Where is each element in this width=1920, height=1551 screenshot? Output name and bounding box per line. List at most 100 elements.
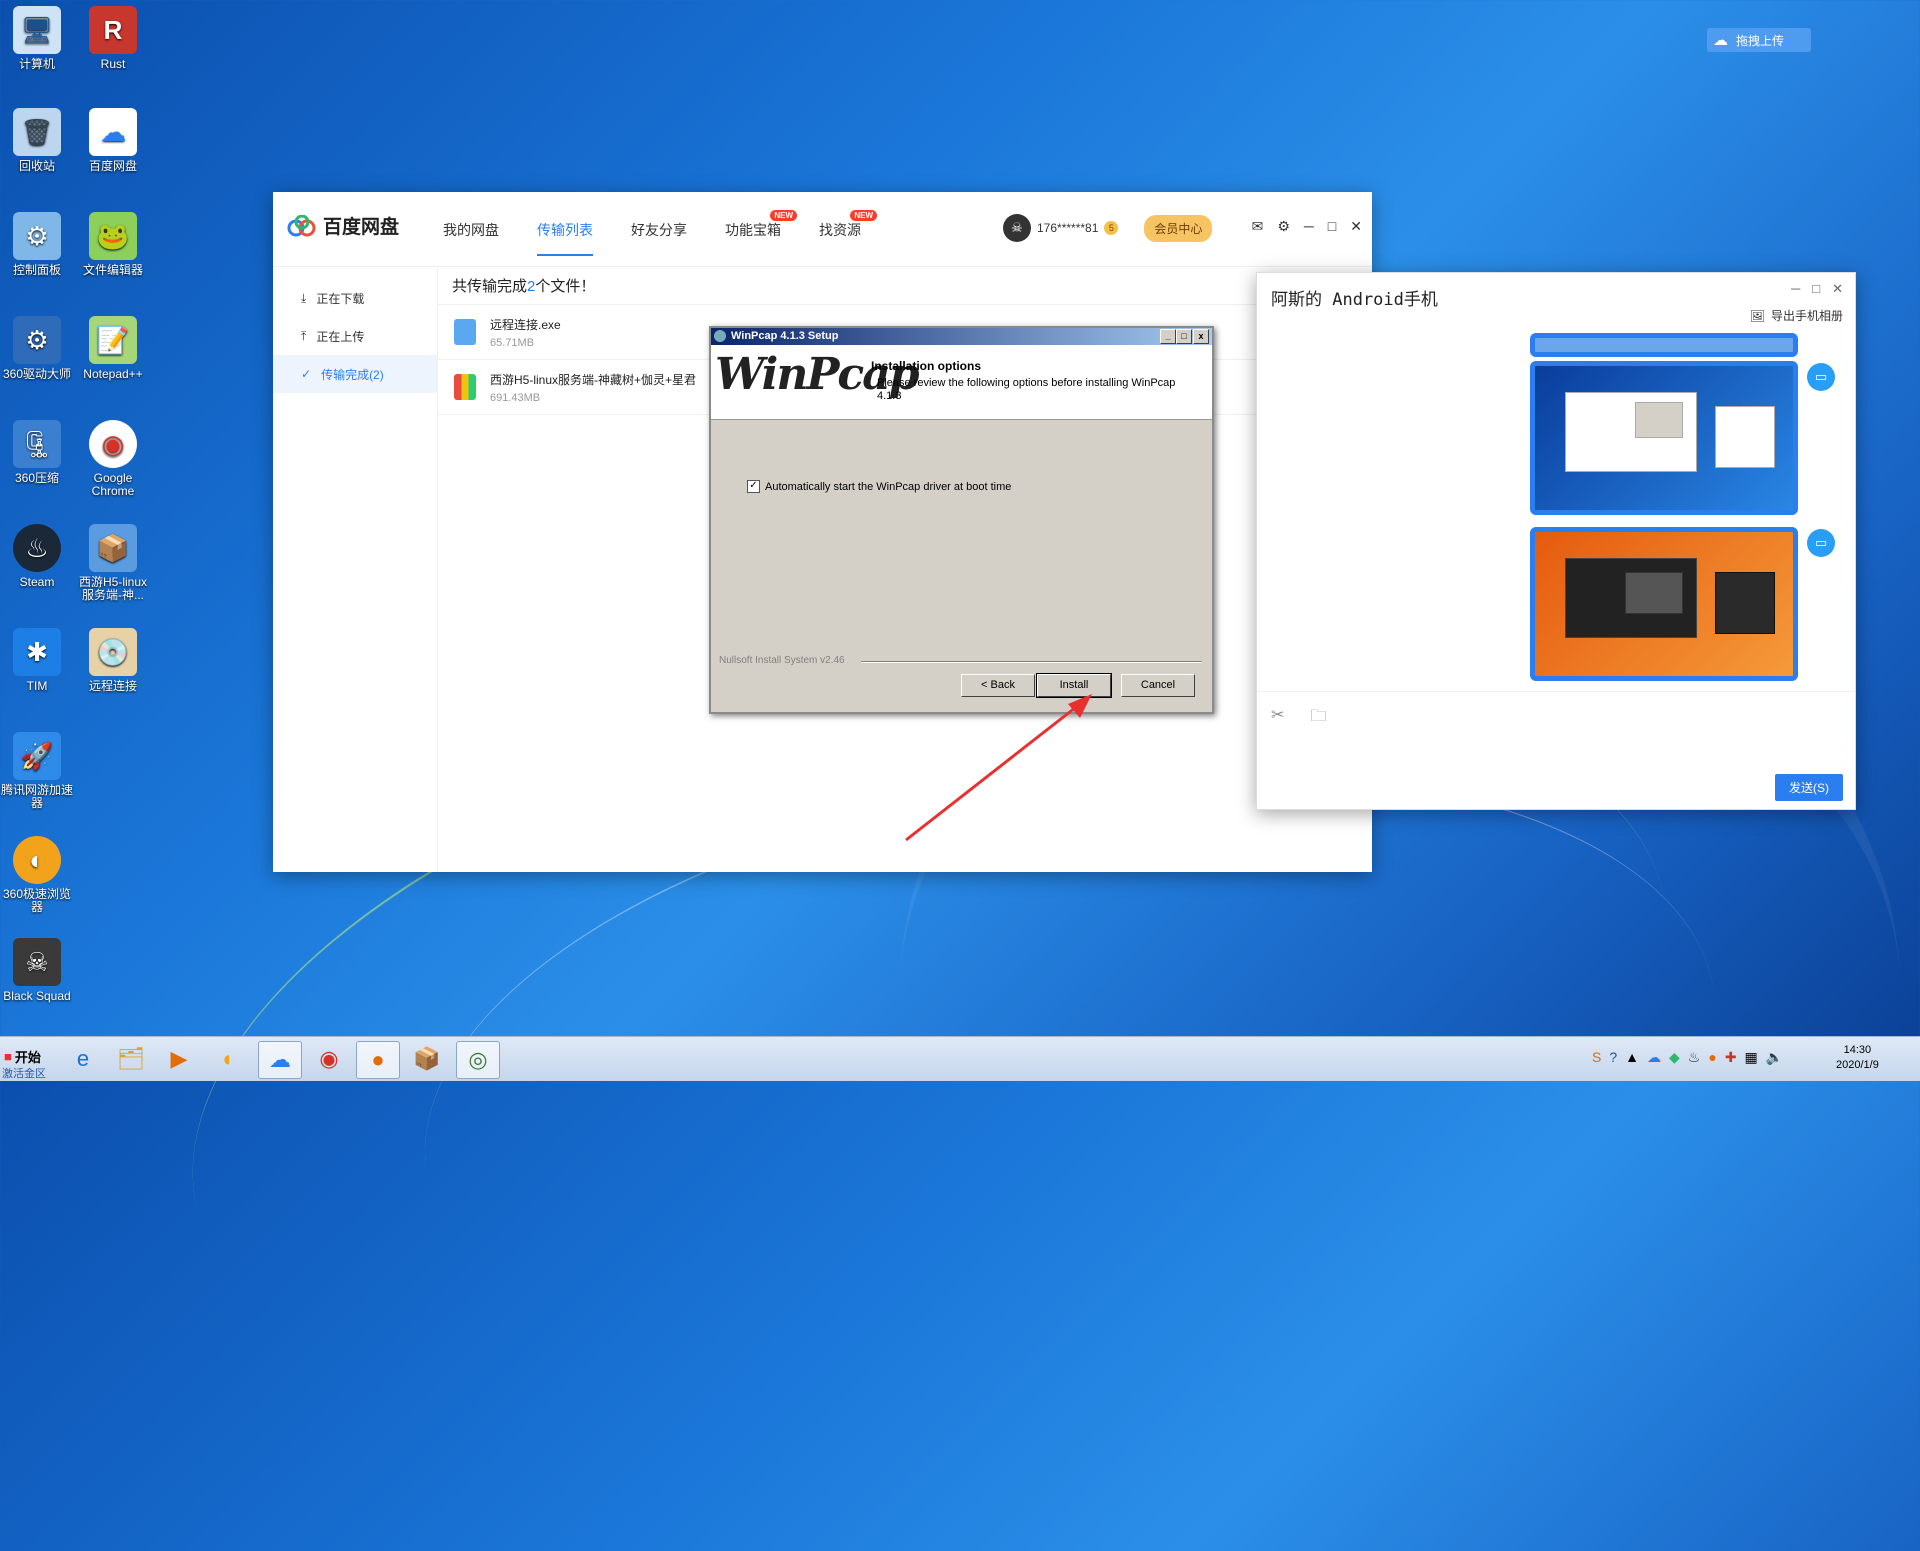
maximize-icon[interactable]: □ bbox=[1812, 281, 1820, 297]
send-button[interactable]: 发送(S) bbox=[1775, 774, 1843, 801]
desktop-icon-360zip[interactable]: 🗜 360压缩 bbox=[0, 420, 77, 485]
monitor-icon[interactable]: ▭ bbox=[1807, 529, 1835, 557]
desktop-icon-recycle-bin[interactable]: 🗑 回收站 bbox=[0, 108, 77, 173]
volume-icon[interactable]: 🔈 bbox=[1766, 1049, 1783, 1066]
android-phone-window: 阿斯的 Android手机 ─ □ ✕ 🖼 导出手机相册 ▭ ▭ ✂ 🗀 发送(… bbox=[1256, 272, 1856, 810]
cancel-button[interactable]: Cancel bbox=[1121, 674, 1195, 697]
computer-icon: 🖥 bbox=[13, 6, 61, 54]
baidu-netdisk-icon[interactable]: ☁ bbox=[258, 1041, 302, 1079]
steam-icon: ♨ bbox=[13, 524, 61, 572]
network-icon[interactable]: ▦ bbox=[1745, 1049, 1758, 1066]
close-button[interactable]: x bbox=[1193, 329, 1209, 344]
windows-logo-icon: ■ bbox=[4, 1049, 12, 1064]
desktop-icon-tim[interactable]: ✱ TIM bbox=[0, 628, 77, 693]
maximize-button[interactable]: □ bbox=[1176, 329, 1192, 344]
start-button[interactable]: ■ 开始 bbox=[4, 1047, 41, 1066]
new-badge: NEW bbox=[850, 210, 877, 221]
baidu-tray-icon[interactable]: ☁ bbox=[1647, 1049, 1661, 1066]
option-label: Automatically start the WinPcap driver a… bbox=[765, 480, 1012, 493]
firefox-tray-icon[interactable]: ● bbox=[1708, 1049, 1716, 1066]
thumb-window bbox=[1715, 406, 1775, 468]
boot-start-checkbox[interactable]: ✓ bbox=[747, 480, 760, 493]
desktop-icon-xiyou-archive[interactable]: 📦 西游H5-linux服务端-神... bbox=[73, 524, 153, 602]
desktop-icon-notepadpp[interactable]: 📝 Notepad++ bbox=[73, 316, 153, 381]
rust-icon: R bbox=[89, 6, 137, 54]
thumb-dialog bbox=[1625, 572, 1683, 614]
desktop-icon-label: 回收站 bbox=[18, 159, 55, 173]
archive-icon: 📦 bbox=[89, 524, 137, 572]
desktop-icon-computer[interactable]: 🖥 计算机 bbox=[0, 6, 77, 71]
desktop-icon-label: 文件编辑器 bbox=[82, 263, 143, 277]
screenshot-thumbnail[interactable] bbox=[1530, 361, 1798, 515]
vip-center-button[interactable]: 会员中心 bbox=[1144, 214, 1213, 242]
system-clock[interactable]: 14:30 2020/1/9 bbox=[1836, 1043, 1879, 1073]
desktop-icon-360-driver[interactable]: ⚙ 360驱动大师 bbox=[0, 316, 77, 381]
desktop-icon-baidu[interactable]: ☁ 百度网盘 bbox=[73, 108, 153, 173]
close-icon[interactable]: ✕ bbox=[1832, 281, 1843, 297]
monitor-icon[interactable]: ▭ bbox=[1807, 363, 1835, 391]
chrome-icon[interactable]: ◉ bbox=[308, 1041, 350, 1077]
desktop-icon-steam[interactable]: ♨ Steam bbox=[0, 524, 77, 589]
steam-tray-icon[interactable]: ♨ bbox=[1688, 1049, 1701, 1066]
avatar[interactable]: ☠ bbox=[1003, 214, 1031, 242]
drag-upload-button[interactable]: ☁ 拖拽上传 bbox=[1707, 28, 1811, 52]
boot-start-option[interactable]: ✓ Automatically start the WinPcap driver… bbox=[747, 480, 1011, 493]
sidebar-item-downloading[interactable]: ⤓ 正在下载 bbox=[273, 279, 437, 317]
desktop-icon-remote[interactable]: 💿 远程连接 bbox=[73, 628, 153, 693]
driver-master-icon: ⚙ bbox=[13, 316, 61, 364]
desktop-icon-control-panel[interactable]: ⚙ 控制面板 bbox=[0, 212, 77, 277]
desktop-icon-360-browser[interactable]: ◐ 360极速浏览器 bbox=[0, 836, 77, 914]
maximize-icon[interactable]: □ bbox=[1328, 218, 1336, 235]
minimize-icon[interactable]: ─ bbox=[1791, 281, 1800, 297]
installer-icon[interactable]: 📦 bbox=[406, 1041, 448, 1077]
browser-360-icon[interactable]: ◐ bbox=[208, 1041, 250, 1077]
desktop-icon-rust[interactable]: R Rust bbox=[73, 6, 153, 71]
sidebar-item-completed[interactable]: ✓ 传输完成(2) bbox=[273, 355, 437, 393]
folder-icon[interactable]: 🗀 bbox=[1310, 705, 1326, 732]
phone-window-title: 阿斯的 Android手机 bbox=[1271, 290, 1438, 310]
winpcap-setup-icon[interactable]: ◎ bbox=[456, 1041, 500, 1079]
ie-icon[interactable]: e bbox=[62, 1041, 104, 1077]
desktop-icon-black-squad[interactable]: ☠ Black Squad bbox=[0, 938, 77, 1003]
tab-my-disk[interactable]: 我的网盘 bbox=[443, 220, 499, 256]
360-tray-icon[interactable]: ◆ bbox=[1669, 1049, 1680, 1066]
thumb-dialog bbox=[1635, 402, 1683, 438]
mail-icon[interactable]: ✉ bbox=[1252, 218, 1264, 235]
desktop-icon-label: Google Chrome bbox=[91, 471, 135, 498]
sidebar-item-uploading[interactable]: ⤒ 正在上传 bbox=[273, 317, 437, 355]
media-player-icon[interactable]: ▶ bbox=[158, 1041, 200, 1077]
desktop-icon-tencent-accel[interactable]: 🚀 腾讯网游加速器 bbox=[0, 732, 77, 810]
user-info[interactable]: ☠ 176******81 5 会员中心 bbox=[1003, 214, 1213, 242]
screenshot-thumbnail[interactable] bbox=[1530, 333, 1798, 357]
help-icon[interactable]: ? bbox=[1609, 1049, 1617, 1066]
winpcap-setup-dialog: WinPcap 4.1.3 Setup _ □ x WinPcap Instal… bbox=[709, 326, 1214, 714]
desktop-icon-label: 360压缩 bbox=[14, 471, 60, 485]
firefox-icon[interactable]: ● bbox=[356, 1041, 400, 1079]
minimize-icon[interactable]: ─ bbox=[1304, 218, 1314, 235]
minimize-button[interactable]: _ bbox=[1160, 329, 1176, 344]
desktop-icon-label: 西游H5-linux服务端-神... bbox=[78, 575, 148, 602]
tab-friend-share[interactable]: 好友分享 bbox=[631, 220, 687, 256]
browser-360-icon: ◐ bbox=[13, 836, 61, 884]
screenshot-thumbnail[interactable] bbox=[1530, 527, 1798, 681]
tab-toolbox[interactable]: 功能宝箱 NEW bbox=[725, 210, 797, 256]
desktop-icon-chrome[interactable]: ◉ Google Chrome bbox=[73, 420, 153, 498]
tray-expand-icon[interactable]: ▲ bbox=[1625, 1049, 1639, 1066]
system-tray: S ? ▲ ☁ ◆ ♨ ● ✚ ▦ 🔈 bbox=[1592, 1049, 1783, 1066]
export-album-button[interactable]: 🖼 导出手机相册 bbox=[1750, 307, 1843, 324]
desktop-icon-label: TIM bbox=[26, 679, 48, 693]
app-name: 百度网盘 bbox=[323, 217, 400, 238]
file-size: 691.43MB bbox=[490, 391, 541, 404]
annotation-arrow bbox=[905, 694, 1092, 842]
explorer-icon[interactable]: 🗂 bbox=[110, 1041, 152, 1077]
image-icon: 🖼 bbox=[1749, 308, 1765, 323]
tab-transfer-list[interactable]: 传输列表 bbox=[537, 220, 593, 256]
scissors-icon[interactable]: ✂ bbox=[1271, 705, 1284, 732]
sogou-icon[interactable]: S bbox=[1592, 1049, 1601, 1066]
tab-find-resources[interactable]: 找资源 NEW bbox=[819, 210, 877, 256]
gear-icon[interactable]: ⚙ bbox=[1277, 218, 1290, 235]
cloud-icon: ☁ bbox=[1713, 32, 1728, 49]
close-icon[interactable]: ✕ bbox=[1350, 218, 1362, 235]
safety-tray-icon[interactable]: ✚ bbox=[1725, 1049, 1737, 1066]
desktop-icon-file-editor[interactable]: 🐸 文件编辑器 bbox=[73, 212, 153, 277]
